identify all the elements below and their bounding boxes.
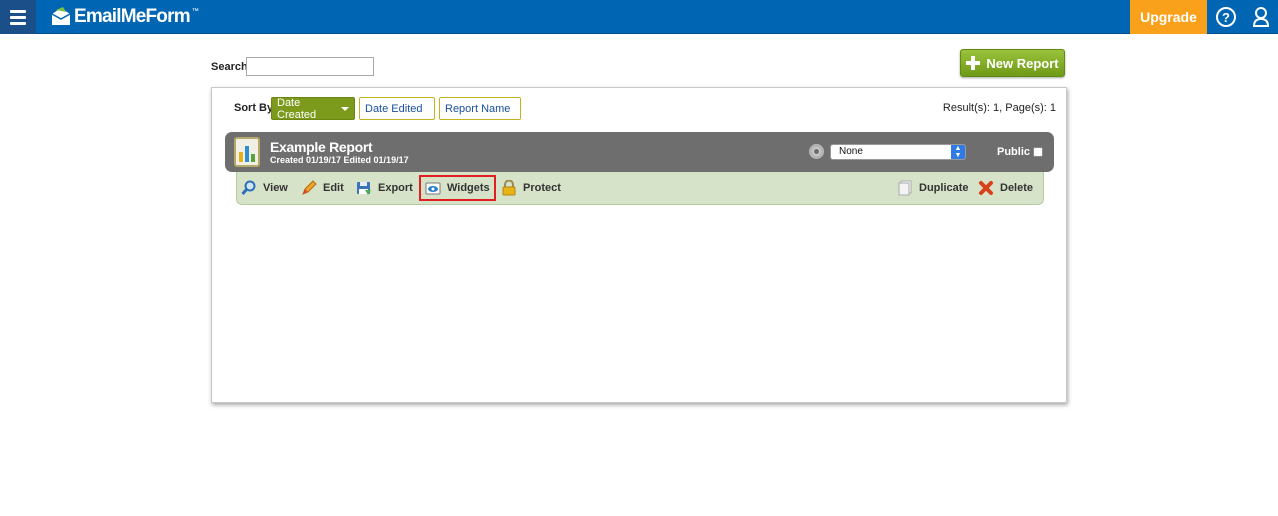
report-title[interactable]: Example Report bbox=[270, 139, 373, 155]
padlock-icon bbox=[502, 180, 516, 196]
magnifier-icon bbox=[241, 180, 256, 195]
logo-text: EmailMeForm bbox=[74, 6, 191, 27]
sort-date-created-label: Date Created bbox=[277, 96, 317, 121]
export-label: Export bbox=[378, 182, 413, 194]
new-report-label: New Report bbox=[986, 55, 1059, 71]
report-chart-icon bbox=[234, 137, 260, 167]
search-label: Search bbox=[211, 61, 248, 73]
protect-label: Protect bbox=[523, 182, 561, 194]
search-input[interactable] bbox=[246, 57, 374, 76]
view-action[interactable]: View bbox=[241, 179, 288, 197]
export-action[interactable]: Export bbox=[356, 179, 413, 197]
reports-panel: Sort By Date Created Date Edited Report … bbox=[211, 87, 1067, 403]
duplicate-label: Duplicate bbox=[919, 182, 969, 194]
emailmeform-logo[interactable]: EmailMeForm ™ bbox=[50, 4, 199, 30]
public-checkbox[interactable] bbox=[1033, 147, 1043, 157]
public-label: Public bbox=[997, 146, 1031, 158]
hamburger-menu-icon[interactable] bbox=[0, 0, 36, 34]
sort-report-name-button[interactable]: Report Name bbox=[439, 97, 521, 120]
top-navigation-bar: EmailMeForm ™ Upgrade ? bbox=[0, 0, 1278, 34]
sort-date-created-button[interactable]: Date Created bbox=[271, 96, 355, 121]
sort-by-label: Sort By bbox=[234, 102, 274, 114]
new-report-button[interactable]: New Report bbox=[960, 49, 1065, 77]
duplicate-action[interactable]: Duplicate bbox=[897, 179, 969, 197]
select-value: None bbox=[839, 146, 863, 157]
widgets-highlight-box bbox=[419, 175, 496, 201]
settings-gear-icon[interactable] bbox=[809, 144, 824, 159]
upgrade-button[interactable]: Upgrade bbox=[1130, 0, 1207, 34]
edit-action[interactable]: Edit bbox=[301, 179, 344, 197]
results-count: Result(s): 1, Page(s): 1 bbox=[942, 102, 1056, 114]
delete-x-icon bbox=[979, 181, 993, 195]
view-label: View bbox=[263, 182, 288, 194]
edit-label: Edit bbox=[323, 182, 344, 194]
delete-action[interactable]: Delete bbox=[978, 179, 1033, 197]
select-arrows-icon: ▲ ▼ bbox=[951, 145, 965, 159]
envelope-logo-icon bbox=[51, 7, 71, 25]
report-header: Example Report Created 01/19/17 Edited 0… bbox=[225, 132, 1054, 172]
report-actions-bar: View Edit Export Widgets Protect Duplica… bbox=[236, 172, 1044, 205]
logo-trademark: ™ bbox=[191, 8, 199, 15]
duplicate-pages-icon bbox=[898, 180, 912, 196]
protect-action[interactable]: Protect bbox=[501, 179, 561, 197]
plus-icon bbox=[966, 56, 981, 70]
user-account-icon[interactable] bbox=[1252, 6, 1270, 28]
help-icon[interactable]: ? bbox=[1216, 7, 1236, 27]
export-save-icon bbox=[357, 182, 371, 195]
report-folder-select[interactable]: None ▲ ▼ bbox=[830, 144, 966, 160]
report-dates: Created 01/19/17 Edited 01/19/17 bbox=[270, 155, 409, 165]
pencil-icon bbox=[302, 180, 317, 195]
caret-down-icon bbox=[341, 106, 349, 111]
sort-date-edited-button[interactable]: Date Edited bbox=[359, 97, 435, 120]
delete-label: Delete bbox=[1000, 182, 1034, 194]
